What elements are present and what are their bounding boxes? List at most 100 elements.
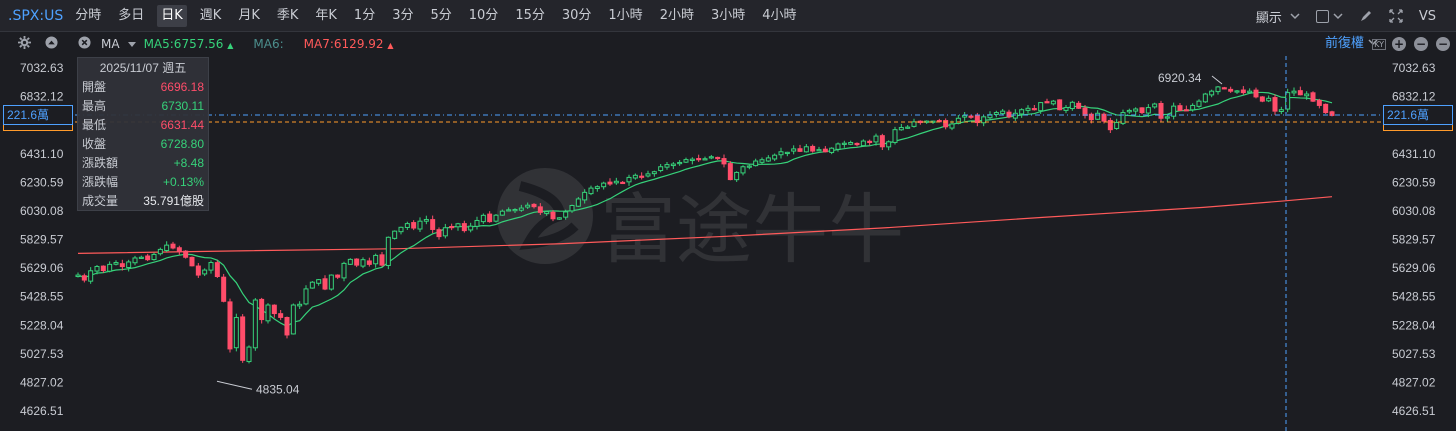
- candle-body: [575, 198, 581, 207]
- timeframe-tab[interactable]: 季K: [273, 5, 303, 27]
- timeframe-tab[interactable]: 10分: [465, 5, 503, 27]
- tooltip-rows: 開盤 6696.18 最高 6730.11 最低 6631.44 收盤 6728.80 漲跌額 +…: [78, 78, 208, 211]
- y-tick-label: 5629.06: [20, 261, 64, 275]
- ky-icon[interactable]: KY: [1372, 39, 1386, 50]
- candle-body: [594, 186, 600, 190]
- candle-body: [297, 303, 303, 307]
- candle-body: [841, 142, 847, 145]
- timeframe-tab[interactable]: 週K: [196, 5, 226, 27]
- y-tick-label: 7032.63: [20, 61, 64, 75]
- candle-body: [1177, 105, 1183, 111]
- candlestick-chart[interactable]: 富途牛牛 7032.636832.126631.616431.106230.59…: [0, 56, 1456, 431]
- timeframe-tab[interactable]: 月K: [234, 5, 264, 27]
- candle-body: [759, 159, 765, 163]
- tooltip-value: 35.791億股: [143, 194, 204, 208]
- candle-body: [360, 259, 366, 267]
- candle-body: [1057, 99, 1063, 111]
- timeframe-tab[interactable]: 3小時: [707, 5, 749, 27]
- timeframe-tab[interactable]: 日K: [157, 4, 187, 27]
- tooltip-row: 成交量 35.791億股: [78, 192, 208, 211]
- candle-body: [138, 256, 144, 259]
- candle-body: [797, 148, 803, 152]
- display-menu-label[interactable]: 顯示: [1256, 7, 1282, 26]
- timeframe-tab[interactable]: 4小時: [758, 5, 800, 27]
- candle-body: [259, 298, 265, 321]
- checkbox-icon[interactable]: [1315, 9, 1329, 23]
- tooltip-row: 漲跌額 +8.48: [78, 154, 208, 173]
- timeframe-tab[interactable]: 5分: [426, 5, 455, 27]
- timeframe-tab[interactable]: 分時: [71, 5, 105, 27]
- ma7-text: MA7:6129.92: [303, 37, 384, 51]
- fullscreen-icon[interactable]: [1389, 9, 1403, 23]
- candle-body: [75, 274, 81, 278]
- candle-body: [214, 262, 220, 278]
- timeframe-tab[interactable]: 1分: [350, 5, 379, 27]
- candle-body: [1012, 112, 1018, 119]
- candle-body: [202, 269, 208, 275]
- timeframe-tab[interactable]: 3分: [388, 5, 417, 27]
- chevron-down-icon[interactable]: [127, 37, 136, 51]
- candle-body: [854, 142, 860, 146]
- y-tick-label: 5829.57: [20, 233, 64, 247]
- symbol-label[interactable]: .SPX:US: [0, 8, 71, 24]
- candle-body: [379, 254, 385, 266]
- adjust-mode-dropdown[interactable]: 前復權: [1325, 32, 1364, 56]
- candle-body: [1247, 90, 1253, 94]
- candle-body: [88, 270, 94, 282]
- gear-icon[interactable]: [18, 35, 31, 53]
- compare-vs-button[interactable]: VS: [1419, 9, 1436, 24]
- candle-body: [290, 304, 296, 335]
- candle-body: [347, 258, 353, 265]
- candle-body: [1063, 107, 1069, 111]
- draw-pen-icon[interactable]: [1359, 9, 1373, 23]
- timeframe-tab[interactable]: 年K: [311, 5, 341, 27]
- candle-body: [94, 266, 100, 272]
- candle-body: [550, 211, 556, 220]
- tooltip-value: 6728.80: [160, 137, 204, 151]
- chevron-down-icon[interactable]: [1290, 12, 1300, 20]
- close-icon[interactable]: [78, 35, 91, 53]
- candle-body: [119, 263, 125, 268]
- candle-body: [1031, 108, 1037, 111]
- candle-body: [778, 151, 784, 156]
- candle-body: [252, 299, 258, 349]
- candle-body: [449, 225, 455, 229]
- candle-body: [455, 223, 461, 228]
- minimize-icon[interactable]: −: [1436, 37, 1450, 51]
- candle-body: [417, 220, 423, 230]
- timeframe-tab[interactable]: 30分: [558, 5, 596, 27]
- candle-body: [487, 213, 493, 223]
- candle-body: [1253, 89, 1259, 98]
- candle-body: [867, 140, 873, 144]
- candle-body: [322, 278, 328, 290]
- candle-body: [240, 316, 246, 361]
- candle-body: [227, 301, 233, 350]
- candle-body: [645, 173, 651, 177]
- timeframe-tab[interactable]: 15分: [511, 5, 549, 27]
- candle-body: [696, 158, 702, 161]
- candle-body: [791, 148, 797, 152]
- collapse-up-icon[interactable]: [45, 35, 58, 53]
- tooltip-row: 最低 6631.44: [78, 116, 208, 135]
- tooltip-value: 6730.11: [161, 99, 205, 113]
- zoom-out-icon[interactable]: −: [1414, 37, 1428, 51]
- candle-body: [886, 141, 892, 148]
- annotation-leader: [216, 380, 253, 390]
- timeframe-tab[interactable]: 2小時: [656, 5, 698, 27]
- y-tick-label: 6030.08: [20, 204, 64, 218]
- candle-body: [810, 145, 816, 152]
- top-toolbar: .SPX:US 分時 多日 日K 週K 月K 季K 年K 1分 3分 5分 10分 15分 30分 1小時…: [0, 0, 1456, 32]
- tooltip-label: 成交量: [82, 194, 119, 208]
- ma-indicator-label[interactable]: MA: [101, 37, 120, 51]
- zoom-in-icon[interactable]: +: [1392, 37, 1406, 51]
- candle-body: [563, 211, 569, 218]
- candle-body: [1038, 102, 1044, 112]
- crosshair-price-right: 221.6萬: [1383, 105, 1453, 125]
- candle-body: [493, 214, 499, 222]
- chevron-down-icon[interactable]: [1333, 12, 1343, 20]
- timeframe-tab[interactable]: 1小時: [604, 5, 646, 27]
- timeframe-tab[interactable]: 多日: [114, 5, 148, 27]
- candle-body: [303, 288, 309, 305]
- tooltip-label: 最高: [82, 99, 107, 113]
- candle-body: [480, 214, 486, 223]
